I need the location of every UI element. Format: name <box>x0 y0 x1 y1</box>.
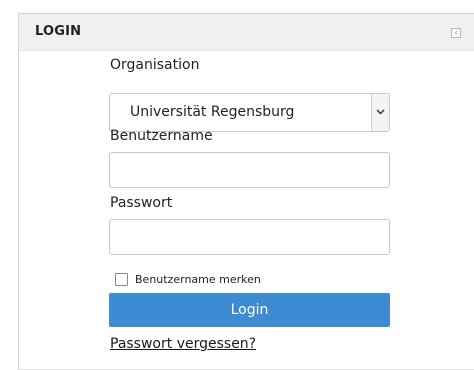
panel-header: LOGIN ‹ <box>19 14 474 51</box>
organisation-select[interactable]: Universität Regensburg <box>109 93 390 132</box>
collapse-left-icon[interactable]: ‹ <box>451 28 461 38</box>
login-button[interactable]: Login <box>109 293 390 327</box>
chevron-down-icon <box>376 109 385 115</box>
panel-title: LOGIN <box>35 24 82 39</box>
login-panel: LOGIN ‹ Organisation Universität Regensb… <box>18 13 474 370</box>
password-label: Passwort <box>110 195 173 211</box>
username-label: Benutzername <box>110 128 213 144</box>
remember-username-label: Benutzername merken <box>135 273 261 286</box>
remember-username-checkbox[interactable] <box>115 273 128 286</box>
password-input[interactable] <box>109 219 390 255</box>
organisation-label: Organisation <box>110 57 200 73</box>
organisation-select-value: Universität Regensburg <box>130 104 295 120</box>
dropdown-arrow[interactable] <box>371 94 389 131</box>
username-input[interactable] <box>109 152 390 188</box>
forgot-password-link[interactable]: Passwort vergessen? <box>110 336 256 352</box>
